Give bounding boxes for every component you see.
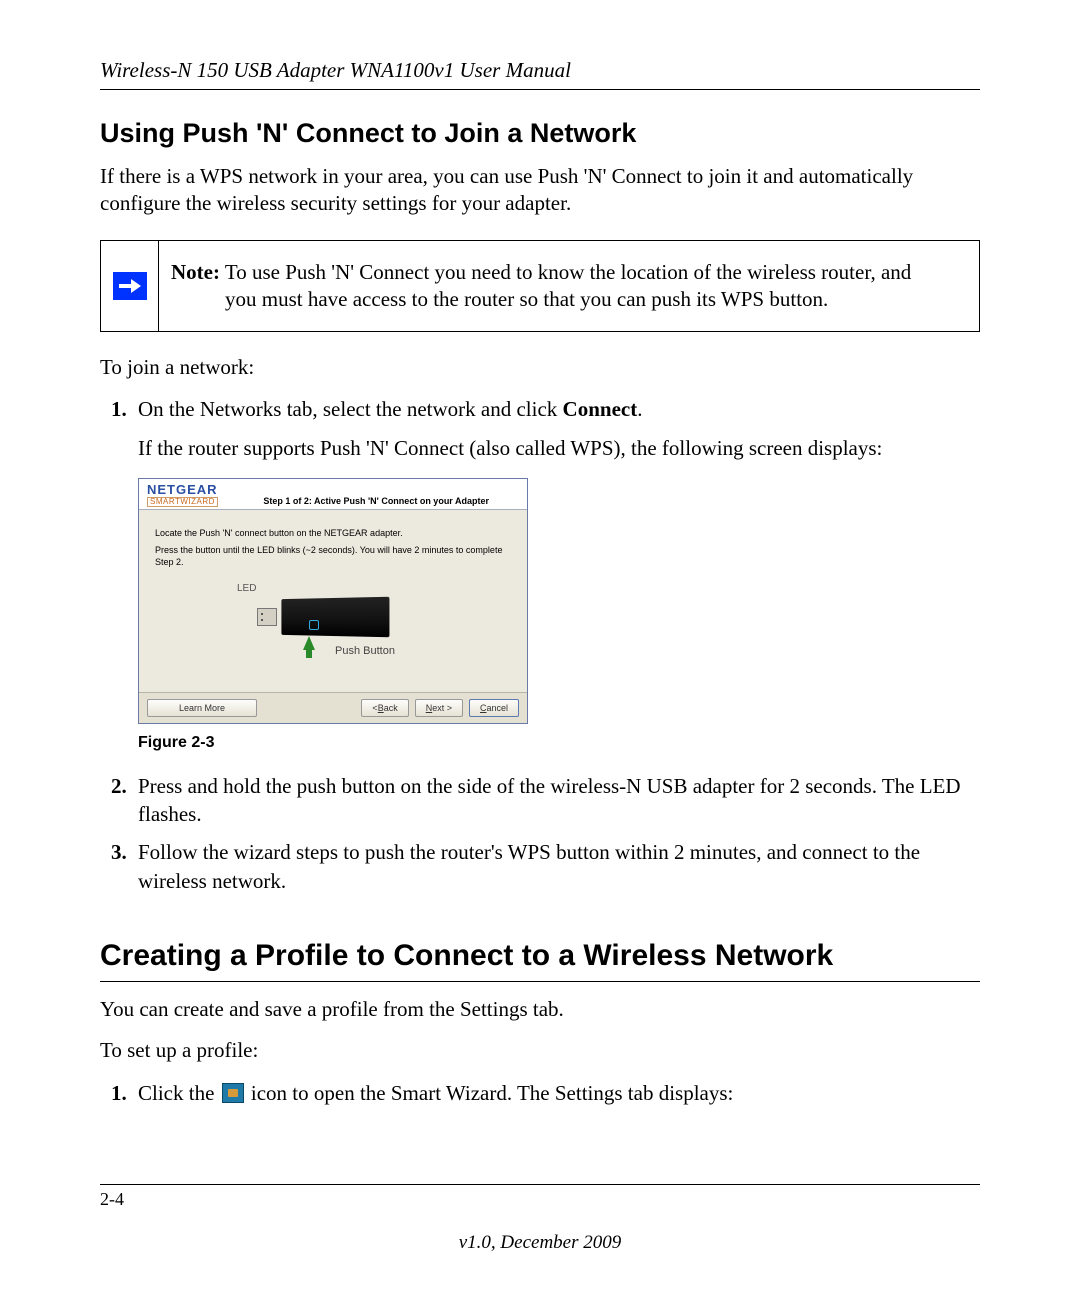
section1-intro: If there is a WPS network in your area, …: [100, 163, 980, 218]
section2-title: Creating a Profile to Connect to a Wirel…: [100, 939, 980, 973]
step1-bold: Connect: [563, 397, 638, 421]
led-label: LED: [237, 582, 256, 596]
section2-p2: To set up a profile:: [100, 1037, 980, 1064]
figure-caption: Figure 2-3: [138, 732, 980, 754]
wizard-body: Locate the Push 'N' connect button on th…: [139, 510, 527, 692]
step-2: Press and hold the push button on the si…: [132, 772, 980, 829]
wizard-header: NETGEAR SMARTWIZARD Step 1 of 2: Active …: [139, 479, 527, 510]
step1-pre: On the Networks tab, select the network …: [138, 397, 563, 421]
running-header: Wireless-N 150 USB Adapter WNA1100v1 Use…: [100, 58, 980, 83]
next-button[interactable]: Next >: [415, 699, 463, 717]
brand-sub: SMARTWIZARD: [147, 497, 218, 507]
section2-rule: [100, 981, 980, 982]
wizard-dialog: NETGEAR SMARTWIZARD Step 1 of 2: Active …: [138, 478, 528, 724]
join-steps-list: On the Networks tab, select the network …: [100, 395, 980, 895]
header-rule: [100, 89, 980, 90]
profile-step1-pre: Click the: [138, 1081, 220, 1105]
step-3: Follow the wizard steps to push the rout…: [132, 838, 980, 895]
profile-steps: Click the icon to open the Smart Wizard.…: [100, 1079, 980, 1107]
note-line2: you must have access to the router so th…: [171, 286, 911, 313]
brand-name: NETGEAR: [147, 483, 218, 496]
smart-wizard-icon: [222, 1083, 244, 1103]
cancel-button[interactable]: Cancel: [469, 699, 519, 717]
note-icon-cell: [101, 241, 159, 332]
page-number: 2-4: [100, 1189, 980, 1210]
wizard-line2: Press the button until the LED blinks (~…: [155, 545, 511, 568]
page-footer: 2-4 v1.0, December 2009: [100, 1184, 980, 1254]
wizard-step-title: Step 1 of 2: Active Push 'N' Connect on …: [263, 495, 519, 507]
learn-more-button[interactable]: Learn More: [147, 699, 257, 717]
join-intro: To join a network:: [100, 354, 980, 381]
note-line1: To use Push 'N' Connect you need to know…: [220, 260, 911, 284]
profile-step1-post: icon to open the Smart Wizard. The Setti…: [251, 1081, 733, 1105]
back-button[interactable]: <Back: [361, 699, 408, 717]
profile-step-1: Click the icon to open the Smart Wizard.…: [132, 1079, 980, 1107]
step1-sub: If the router supports Push 'N' Connect …: [138, 434, 980, 462]
arrow-up-icon: [303, 636, 315, 650]
usb-adapter-icon: [257, 594, 387, 640]
push-button-label: Push Button: [335, 644, 395, 659]
wizard-line1: Locate the Push 'N' connect button on th…: [155, 528, 511, 539]
note-label: Note:: [171, 260, 220, 284]
step-1: On the Networks tab, select the network …: [132, 395, 980, 753]
step1-post: .: [637, 397, 642, 421]
note-text: Note: To use Push 'N' Connect you need t…: [159, 241, 927, 332]
wizard-brand: NETGEAR SMARTWIZARD: [147, 483, 218, 507]
wizard-button-bar: Learn More <Back Next > Cancel: [139, 692, 527, 723]
section2-p1: You can create and save a profile from t…: [100, 996, 980, 1023]
note-box: Note: To use Push 'N' Connect you need t…: [100, 240, 980, 333]
section1-title: Using Push 'N' Connect to Join a Network: [100, 118, 980, 149]
version-line: v1.0, December 2009: [100, 1232, 980, 1254]
footer-rule: [100, 1184, 980, 1185]
arrow-right-icon: [113, 272, 147, 300]
manual-page: Wireless-N 150 USB Adapter WNA1100v1 Use…: [0, 0, 1080, 1296]
wizard-diagram: LED Push Button: [155, 574, 511, 684]
